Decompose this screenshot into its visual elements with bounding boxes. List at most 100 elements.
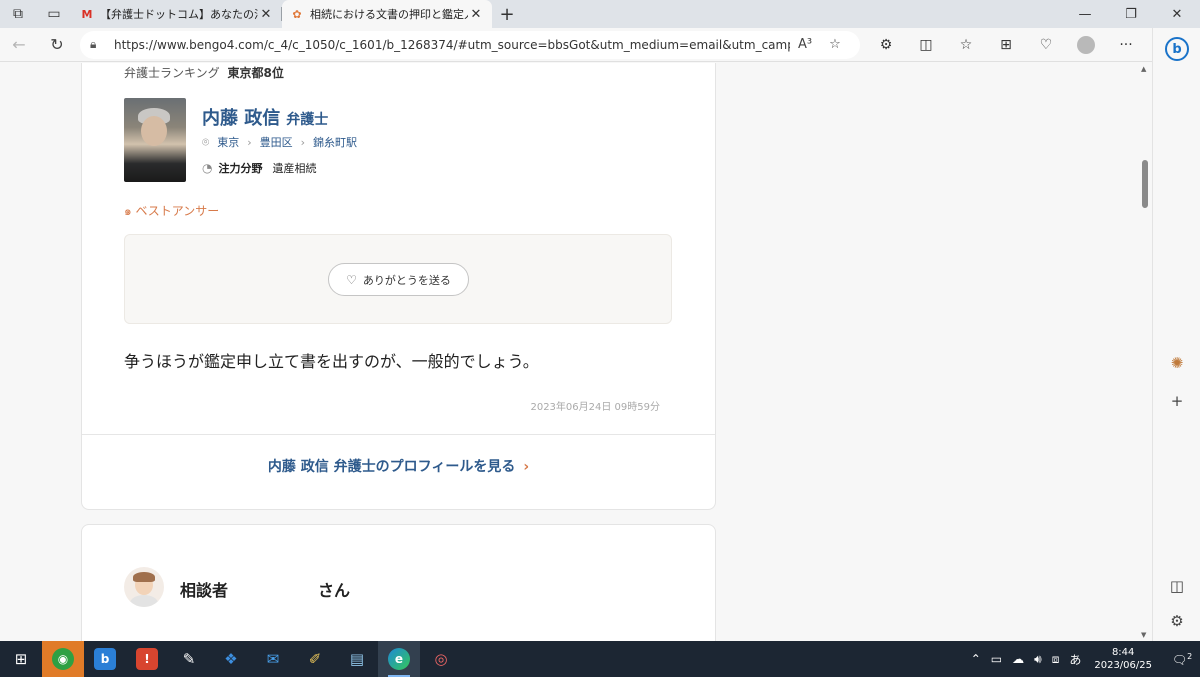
close-icon[interactable]: ✕ bbox=[468, 7, 484, 22]
divider bbox=[82, 434, 715, 435]
lawyer-focus-area: ◔ 注力分野 遺産相続 bbox=[202, 160, 316, 176]
clock[interactable]: 8:44 2023/06/25 bbox=[1094, 646, 1152, 672]
taskbar-app-4[interactable]: ✎ bbox=[168, 641, 210, 677]
url-field[interactable]: 🔒︎ https://www.bengo4.com/c_4/c_1050/c_1… bbox=[80, 30, 860, 59]
restore-icon[interactable]: ❐ bbox=[1108, 0, 1154, 28]
hide-sidebar-button[interactable]: ◫ bbox=[1153, 571, 1200, 601]
read-aloud-icon[interactable]: A³ bbox=[790, 37, 820, 52]
gmail-icon: M bbox=[81, 7, 93, 21]
consultation-card: 相談者 さん bbox=[81, 524, 716, 641]
location-pin-icon: ⌾ bbox=[202, 134, 210, 149]
lock-icon[interactable]: 🔒︎ bbox=[90, 37, 110, 52]
workspaces-icon[interactable]: ⧉ bbox=[0, 0, 36, 28]
performance-icon[interactable]: ♡ bbox=[1026, 28, 1066, 62]
lawyer-name[interactable]: 内藤 政信 bbox=[202, 108, 280, 129]
minimize-icon[interactable]: — bbox=[1062, 0, 1108, 28]
bengo4-icon: ✿ bbox=[292, 7, 302, 21]
bing-app-icon: b bbox=[94, 648, 116, 670]
tab-gmail[interactable]: M 【弁護士ドットコム】あなたの法律相談 ✕ bbox=[72, 0, 282, 28]
profile-avatar[interactable] bbox=[1066, 28, 1106, 62]
cloud-icon[interactable]: ☁ bbox=[1012, 652, 1024, 666]
sidebar-settings-button[interactable]: ⚙ bbox=[1153, 606, 1200, 636]
profile-link-label[interactable]: 内藤 政信 弁護士のプロフィールを見る bbox=[268, 459, 515, 475]
asker-avatar bbox=[124, 567, 164, 607]
asker-label: 相談者 bbox=[180, 581, 229, 600]
notepad-icon: ▤ bbox=[349, 650, 365, 668]
app-red-icon: ! bbox=[136, 648, 158, 670]
back-button[interactable]: ← bbox=[0, 28, 38, 62]
url-text[interactable]: https://www.bengo4.com/c_4/c_1050/c_1601… bbox=[114, 38, 790, 52]
app-tool-icon: ✎ bbox=[182, 650, 196, 668]
windows-icon: ⊞ bbox=[14, 650, 28, 668]
taskbar-app-1[interactable]: ◉ bbox=[42, 641, 84, 677]
chevron-right-icon: › bbox=[300, 135, 306, 149]
chevron-right-icon: › bbox=[523, 459, 530, 475]
extensions-icon[interactable]: ⚙ bbox=[866, 28, 906, 62]
ranking-value: 東京都8位 bbox=[227, 66, 284, 80]
more-menu-icon[interactable]: ··· bbox=[1106, 28, 1146, 62]
taskbar-notepad[interactable]: ▤ bbox=[336, 641, 378, 677]
taskbar-mail[interactable]: ✉ bbox=[252, 641, 294, 677]
lawyer-location: ⌾ 東京 › 豊田区 › 錦糸町駅 bbox=[202, 134, 357, 150]
chevron-right-icon: › bbox=[247, 135, 252, 149]
close-window-icon[interactable]: ✕ bbox=[1154, 0, 1200, 28]
network-icon[interactable]: ⧈ bbox=[1052, 652, 1060, 667]
add-sidebar-app-button[interactable]: + bbox=[1153, 386, 1200, 416]
bing-chat-button[interactable]: b bbox=[1153, 32, 1200, 66]
tab-actions-icon[interactable]: ▭ bbox=[36, 0, 72, 28]
taskbar-app-5[interactable]: ◎ bbox=[420, 641, 462, 677]
new-tab-button[interactable]: + bbox=[492, 0, 522, 28]
clock-time: 8:44 bbox=[1111, 647, 1135, 658]
scroll-up-icon[interactable]: ▲ bbox=[1141, 65, 1146, 73]
refresh-button[interactable]: ↻ bbox=[38, 28, 76, 62]
send-thanks-label: ありがとうを送る bbox=[362, 273, 451, 287]
lawyer-photo[interactable] bbox=[124, 98, 186, 182]
taskbar-dropbox[interactable]: ❖ bbox=[210, 641, 252, 677]
taskbar-app-2[interactable]: b bbox=[84, 641, 126, 677]
ime-indicator[interactable]: あ bbox=[1069, 651, 1081, 668]
lawyer-title: 弁護士 bbox=[286, 112, 329, 128]
volume-icon[interactable]: 🔊︎ bbox=[1034, 652, 1042, 667]
split-screen-icon[interactable]: ◫ bbox=[906, 28, 946, 62]
window-controls: — ❐ ✕ bbox=[1062, 0, 1200, 28]
send-thanks-button[interactable]: ♡ ありがとうを送る bbox=[328, 263, 469, 296]
clock-date: 2023/06/25 bbox=[1094, 660, 1152, 671]
tab-title: 相続における文書の押印と鑑定人の bbox=[310, 8, 468, 21]
best-answer-badge: ๑ ベストアンサー bbox=[124, 202, 219, 221]
paint-icon: ✐ bbox=[308, 650, 322, 668]
app-icon: ✺ bbox=[1170, 354, 1184, 372]
lawyer-name-link[interactable]: 内藤 政信 弁護士 bbox=[202, 104, 328, 130]
notification-count: 2 bbox=[1187, 651, 1193, 661]
favorite-star-icon[interactable]: ☆ bbox=[820, 37, 850, 52]
tab-bengo4[interactable]: ✿ 相続における文書の押印と鑑定人の ✕ bbox=[282, 0, 492, 28]
collections-icon[interactable]: ⊞ bbox=[986, 28, 1026, 62]
lawyer-ranking: 弁護士ランキング 東京都8位 bbox=[124, 64, 284, 81]
tab-bar: ⧉ ▭ M 【弁護士ドットコム】あなたの法律相談 ✕ ✿ 相続における文書の押印… bbox=[0, 0, 1200, 28]
scroll-down-icon[interactable]: ▼ bbox=[1141, 631, 1146, 639]
taskbar-edge[interactable]: e bbox=[378, 641, 420, 677]
focus-value: 遺産相続 bbox=[272, 162, 317, 175]
vertical-scrollbar[interactable]: ▲ ▼ bbox=[1138, 63, 1152, 641]
asker-san: さん bbox=[318, 581, 351, 600]
focus-label: 注力分野 bbox=[218, 162, 263, 175]
location-prefecture[interactable]: 東京 bbox=[217, 134, 239, 150]
battery-icon[interactable]: ▭ bbox=[991, 652, 1002, 666]
edge-sidebar: b ✺ + ◫ ⚙ bbox=[1152, 28, 1200, 641]
taskbar-app-3[interactable]: ! bbox=[126, 641, 168, 677]
location-ward[interactable]: 豊田区 bbox=[260, 134, 293, 150]
favorites-icon[interactable]: ☆ bbox=[946, 28, 986, 62]
scroll-thumb[interactable] bbox=[1142, 160, 1148, 208]
chevron-up-icon[interactable]: ⌃ bbox=[971, 652, 981, 666]
focus-icon: ◔ bbox=[202, 161, 213, 175]
plus-icon: + bbox=[1170, 392, 1184, 410]
ranking-label: 弁護士ランキング bbox=[124, 66, 220, 80]
close-icon[interactable]: ✕ bbox=[258, 7, 274, 22]
profile-link[interactable]: 内藤 政信 弁護士のプロフィールを見る › bbox=[82, 456, 715, 476]
start-button[interactable]: ⊞ bbox=[0, 641, 42, 677]
tab-title: 【弁護士ドットコム】あなたの法律相談 bbox=[100, 8, 258, 21]
taskbar-paint[interactable]: ✐ bbox=[294, 641, 336, 677]
sidebar-app-button[interactable]: ✺ bbox=[1153, 348, 1200, 378]
location-station[interactable]: 錦糸町駅 bbox=[313, 134, 357, 150]
notification-icon[interactable]: 🗨︎2 bbox=[1169, 652, 1195, 667]
answer-date: 2023年06月24日 09時59分 bbox=[530, 402, 660, 413]
